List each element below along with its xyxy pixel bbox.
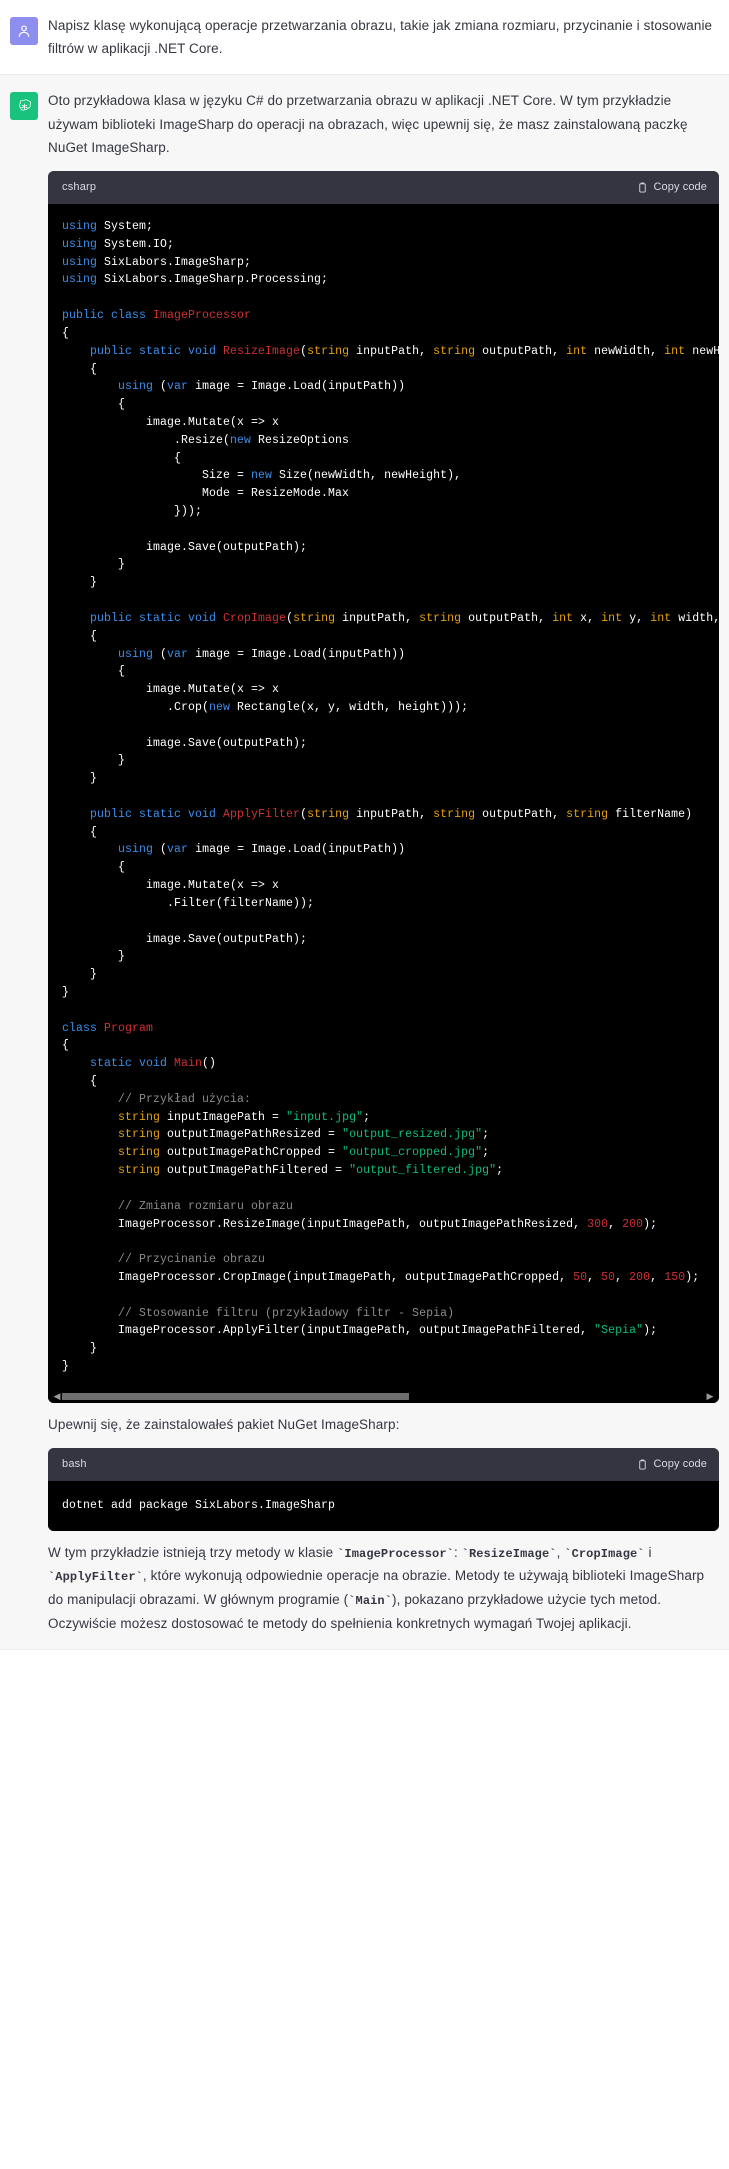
assistant-between-paragraph: Upewnij się, że zainstalowałeś pakiet Nu… (48, 1416, 400, 1432)
code-content[interactable]: dotnet add package SixLabors.ImageSharp (48, 1481, 719, 1531)
code-block-csharp: csharp Copy code using System; using Sys… (48, 171, 719, 1403)
chat-turn-assistant: Oto przykładowa klasa w języku C# do prz… (0, 75, 729, 1650)
code-block-body: dotnet add package SixLabors.ImageSharp (48, 1480, 719, 1531)
assistant-intro-paragraph: Oto przykładowa klasa w języku C# do prz… (48, 93, 688, 155)
assistant-outro-paragraph: W tym przykładzie istnieją trzy metody w… (48, 1541, 719, 1635)
user-avatar-icon (16, 23, 32, 39)
clipboard-icon (637, 181, 648, 194)
code-block-bash: bash Copy code dotnet add package SixLab… (48, 1448, 719, 1531)
inline-code-cropimage: `CropImage` (564, 1546, 645, 1561)
inline-code-main: `Main` (348, 1594, 393, 1608)
outro-text-2: : (453, 1544, 462, 1560)
avatar (10, 17, 38, 45)
assistant-message-column: Oto przykładowa klasa w języku C# do prz… (48, 89, 729, 1634)
copy-code-button[interactable]: Copy code (637, 1455, 708, 1474)
inline-code-applyfilter: `ApplyFilter` (48, 1570, 143, 1585)
openai-logo-icon (16, 98, 33, 115)
user-message-column: Napisz klasę wykonującą operacje przetwa… (48, 14, 729, 60)
inline-code-imageprocessor: `ImageProcessor` (337, 1546, 454, 1561)
user-message-paragraph: Napisz klasę wykonującą operacje przetwa… (48, 18, 713, 57)
assistant-message-body: Oto przykładowa klasa w języku C# do prz… (48, 89, 719, 1634)
avatar (10, 92, 38, 121)
copy-code-label: Copy code (653, 181, 707, 194)
user-avatar-column (0, 14, 48, 60)
outro-text-4: i (644, 1544, 652, 1560)
chat-conversation: Napisz klasę wykonującą operacje przetwa… (0, 0, 729, 1650)
assistant-avatar-column (0, 89, 48, 1634)
inline-code-resizeimage: `ResizeImage` (461, 1546, 557, 1561)
code-language-label: csharp (62, 181, 97, 194)
code-block-header: bash Copy code (48, 1448, 719, 1481)
user-message-body: Napisz klasę wykonującą operacje przetwa… (48, 14, 719, 60)
copy-code-label: Copy code (653, 1458, 707, 1471)
outro-text-1: W tym przykładzie istnieją trzy metody w… (48, 1544, 338, 1560)
code-content[interactable]: using System; using System.IO; using Six… (48, 204, 719, 1390)
scrollbar-thumb[interactable] (62, 1392, 410, 1400)
code-horizontal-scrollbar[interactable]: ◀ ▶ (48, 1389, 719, 1403)
code-language-label: bash (62, 1458, 87, 1471)
code-block-header: csharp Copy code (48, 171, 719, 204)
chat-turn-user: Napisz klasę wykonującą operacje przetwa… (0, 0, 729, 76)
clipboard-icon (637, 1458, 648, 1471)
code-block-body: using System; using System.IO; using Six… (48, 204, 719, 1390)
scroll-right-arrow[interactable]: ▶ (705, 1391, 715, 1401)
scrollbar-track[interactable] (62, 1392, 705, 1400)
copy-code-button[interactable]: Copy code (637, 178, 708, 197)
scroll-left-arrow[interactable]: ◀ (52, 1391, 62, 1401)
